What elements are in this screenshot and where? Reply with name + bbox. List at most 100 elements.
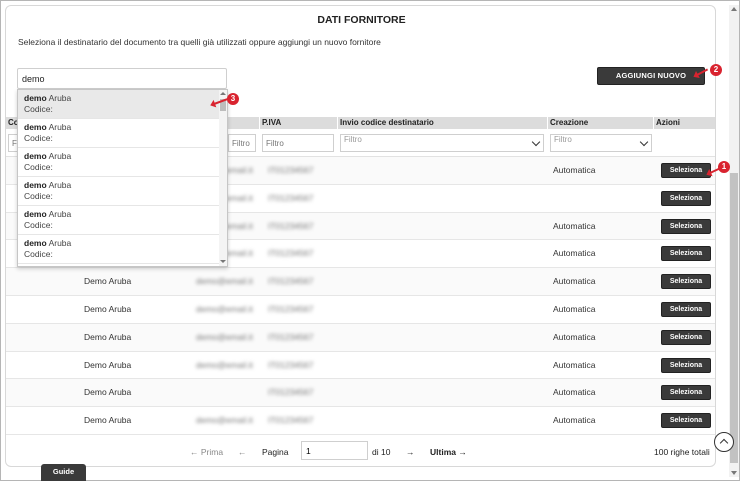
suggestion-item[interactable]: demo Aruba Codice: <box>18 235 227 264</box>
suggestion-match: demo <box>24 180 47 190</box>
supplier-email: demo@email.it <box>196 331 253 342</box>
chevron-down-icon <box>531 137 541 147</box>
suggestion-item[interactable]: demo Aruba Codice: <box>18 119 227 148</box>
select-button[interactable]: Seleziona <box>661 385 711 401</box>
page-scroll-thumb[interactable] <box>730 173 738 463</box>
supplier-piva: IT01234567 <box>268 415 314 426</box>
suggestion-name: Aruba <box>46 122 72 132</box>
creation-type: Automatica <box>553 220 596 231</box>
table-row: Demo Aruba demo@email.it IT01234567 Automat… <box>6 268 715 296</box>
creation-type: Automatica <box>553 248 596 259</box>
scroll-down-icon[interactable] <box>220 260 226 263</box>
table-row: Demo Aruba demo@email.it IT01234567 Automat… <box>6 323 715 352</box>
page-scrollbar[interactable] <box>729 5 739 477</box>
suggestion-item[interactable]: demo Aruba Codice: <box>18 148 227 177</box>
creation-type: Automatica <box>553 359 596 370</box>
column-header-azioni: Azioni <box>654 117 715 129</box>
select-button[interactable]: Seleziona <box>661 413 711 429</box>
supplier-piva: IT01234567 <box>268 359 314 370</box>
dropdown-scrollbar[interactable] <box>219 90 227 266</box>
page-label: Pagina <box>262 447 289 457</box>
filter-creazione-select[interactable]: Filtro <box>550 134 652 152</box>
suggestion-match: demo <box>24 93 47 103</box>
creation-type: Automatica <box>553 303 596 314</box>
creation-type: Automatica <box>553 331 596 342</box>
creation-type: Automatica <box>553 415 596 426</box>
supplier-email: demo@email.it <box>196 415 253 426</box>
last-page-link[interactable]: Ultima → <box>430 447 467 457</box>
table-row: Demo Aruba demo@email.it IT01234567 Automat… <box>6 407 715 435</box>
first-page-link[interactable]: ← Prima <box>190 447 223 457</box>
scroll-down-icon[interactable] <box>731 471 737 475</box>
window-frame: DATI FORNITORE Seleziona il destinatario… <box>0 0 740 481</box>
filter-invio-select[interactable]: Filtro <box>340 134 544 152</box>
supplier-piva: IT01234567 <box>268 331 314 342</box>
suggestion-list: demo Aruba Codice: demo Aruba Codice: demo A… <box>18 90 227 264</box>
select-button[interactable]: Seleziona <box>661 329 711 345</box>
supplier-piva: IT01234567 <box>268 303 314 314</box>
chevron-down-icon <box>639 137 649 147</box>
supplier-piva: IT01234567 <box>268 248 314 259</box>
page-count: di 10 <box>372 447 391 457</box>
select-button[interactable]: Seleziona <box>661 357 711 373</box>
table-row: Demo Aruba demo@email.it IT01234567 Automat… <box>6 352 715 380</box>
supplier-name: Demo Aruba <box>84 331 132 342</box>
supplier-email: demo@email.it <box>196 276 253 287</box>
scroll-up-icon[interactable] <box>220 92 226 95</box>
total-rows: 100 righe totali <box>654 447 710 457</box>
supplier-search-input[interactable] <box>17 68 227 89</box>
supplier-name: Demo Aruba <box>84 276 132 287</box>
suggestion-name: Aruba <box>46 151 72 161</box>
suggestion-item[interactable]: demo Aruba Codice: <box>18 177 227 206</box>
supplier-piva: IT01234567 <box>268 165 314 175</box>
suggestion-name: Aruba <box>46 238 72 248</box>
suggestion-name: Aruba <box>46 180 72 190</box>
supplier-name: Demo Aruba <box>84 415 132 426</box>
suggestion-match: demo <box>24 238 47 248</box>
suggestion-match: demo <box>24 151 47 161</box>
prev-page-link[interactable]: ← <box>238 447 247 457</box>
filter-piva-input[interactable] <box>262 134 334 152</box>
guide-button[interactable]: Guide <box>41 464 86 481</box>
table-row: Demo Aruba demo@email.it IT01234567 Automat… <box>6 296 715 324</box>
suggestion-code: Codice: <box>24 133 53 143</box>
suggestion-item[interactable]: demo Aruba Codice: <box>18 206 227 235</box>
table-row: Demo Aruba IT01234567 Automatica Seleziona <box>6 379 715 408</box>
supplier-email: demo@email.it <box>196 303 253 314</box>
select-button[interactable]: Seleziona <box>661 190 711 206</box>
supplier-name: Demo Aruba <box>84 359 132 370</box>
filter-invio-placeholder: Filtro <box>344 135 362 144</box>
suggestion-code: Codice: <box>24 249 53 259</box>
suggestion-code: Codice: <box>24 104 53 114</box>
select-button[interactable]: Seleziona <box>661 274 711 290</box>
scroll-up-icon[interactable] <box>731 7 737 11</box>
annotation-marker-1: 1 <box>718 161 730 173</box>
scroll-to-top-icon[interactable] <box>714 432 734 452</box>
suggestion-name: Aruba <box>46 209 72 219</box>
add-new-supplier-button[interactable]: AGGIUNGI NUOVO <box>597 67 705 85</box>
select-button[interactable]: Seleziona <box>661 218 711 234</box>
supplier-piva: IT01234567 <box>268 192 314 203</box>
suggestion-code: Codice: <box>24 162 53 172</box>
filter-creazione-placeholder: Filtro <box>554 135 572 144</box>
supplier-name: Demo Aruba <box>84 387 132 398</box>
suggestion-match: demo <box>24 209 47 219</box>
creation-type: Automatica <box>553 387 596 398</box>
select-button[interactable]: Seleziona <box>661 246 711 262</box>
next-page-link[interactable]: → <box>406 447 415 457</box>
suggestion-item[interactable]: demo Aruba Codice: <box>18 90 227 119</box>
suggestion-match: demo <box>24 122 47 132</box>
supplier-piva: IT01234567 <box>268 387 314 398</box>
suggestion-code: Codice: <box>24 191 53 201</box>
column-header-piva: P.IVA <box>260 117 338 129</box>
creation-type: Automatica <box>553 165 596 175</box>
page-number-input[interactable] <box>301 441 368 460</box>
dialog-title: DATI FORNITORE <box>317 14 406 26</box>
column-header-creazione: Creazione <box>548 117 654 129</box>
suggestion-name: Aruba <box>46 93 72 103</box>
select-button[interactable]: Seleziona <box>661 301 711 317</box>
supplier-piva: IT01234567 <box>268 276 314 287</box>
annotation-marker-2: 2 <box>710 64 722 76</box>
creation-type: Automatica <box>553 276 596 287</box>
filter-email-input[interactable] <box>228 134 256 152</box>
